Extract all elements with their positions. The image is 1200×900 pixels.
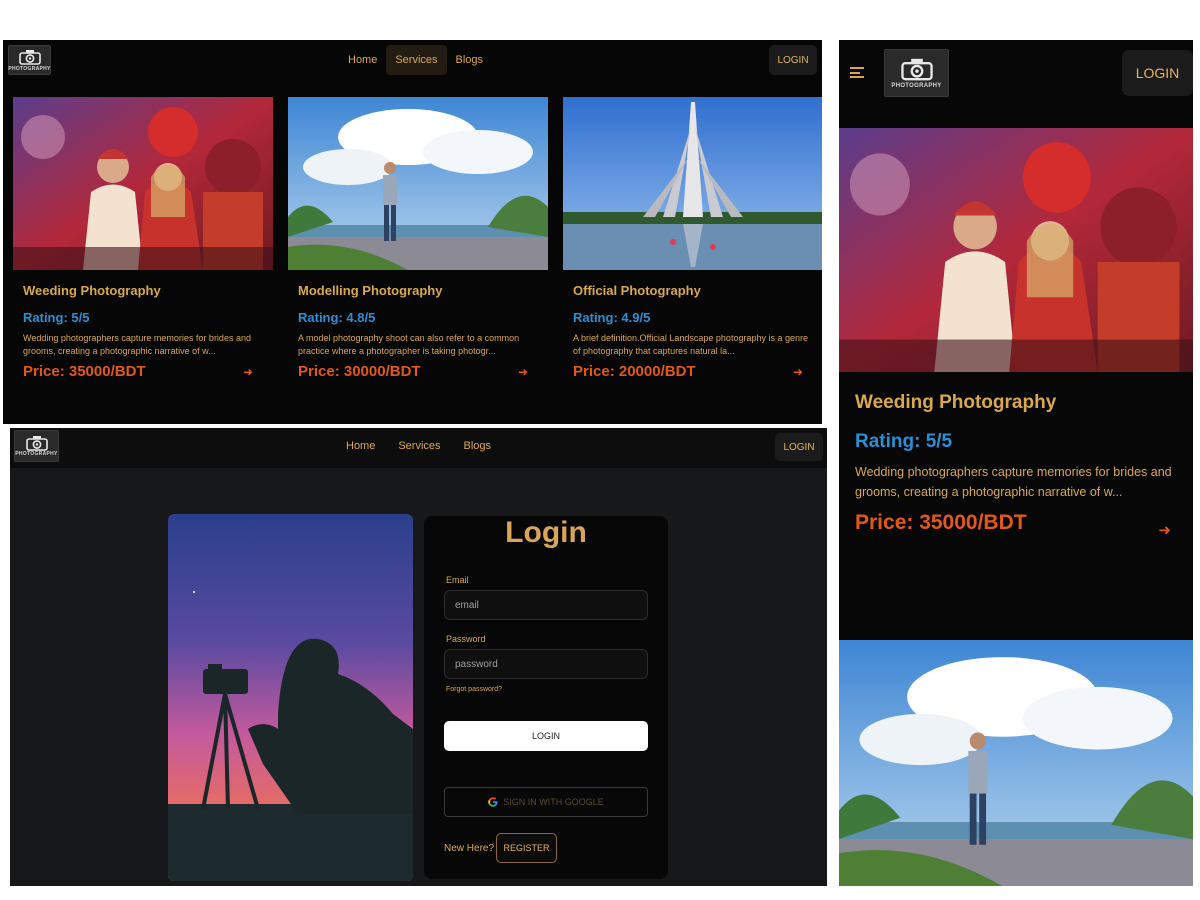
nav-blogs[interactable]: Blogs <box>447 45 493 75</box>
google-signin-button[interactable]: SIGN IN WITH GOOGLE <box>444 787 648 817</box>
main-nav: Home Services Blogs <box>346 440 491 452</box>
logo-text: PHOTOGRAPHY <box>8 65 51 72</box>
login-form: Login Email Password Forgot password? LO… <box>424 516 668 879</box>
service-rating: Rating: 5/5 <box>23 310 90 325</box>
logo-text: PHOTOGRAPHY <box>15 451 58 457</box>
login-title: Login <box>505 516 587 549</box>
service-title: Official Photography <box>573 283 701 298</box>
email-input[interactable] <box>444 590 648 620</box>
nav-services[interactable]: Services <box>398 440 440 452</box>
services-mobile-view: PHOTOGRAPHY LOGIN Weeding Photography Ra… <box>839 40 1193 886</box>
top-navbar: PHOTOGRAPHY Home Services Blogs LOGIN <box>10 428 827 468</box>
service-rating: Rating: 4.8/5 <box>298 310 376 325</box>
service-description: Wedding photographers capture memories f… <box>23 333 251 356</box>
service-title: Modelling Photography <box>298 283 443 298</box>
service-title: Weeding Photography <box>855 392 1057 413</box>
site-logo[interactable]: PHOTOGRAPHY <box>884 49 949 97</box>
service-description: A brief definition.Official Landscape ph… <box>573 333 808 356</box>
service-card-official[interactable]: Official Photography Rating: 4.9/5 A bri… <box>563 97 822 380</box>
hamburger-menu-icon[interactable] <box>850 67 864 78</box>
camera-icon <box>18 49 41 65</box>
forgot-password-link[interactable]: Forgot password? <box>446 686 502 693</box>
password-label: Password <box>446 634 486 644</box>
modelling-photo <box>288 97 548 270</box>
service-price: Price: 35000/BDT <box>23 363 146 380</box>
wedding-photo <box>839 128 1193 372</box>
nav-home[interactable]: Home <box>339 45 386 75</box>
nav-blogs[interactable]: Blogs <box>464 440 492 452</box>
google-icon <box>488 797 498 807</box>
service-card-wedding[interactable]: Weeding Photography Rating: 5/5 Wedding … <box>13 97 273 380</box>
wedding-photo <box>13 97 273 270</box>
service-description: Wedding photographers capture memories f… <box>855 465 1172 499</box>
service-price: Price: 30000/BDT <box>298 363 421 380</box>
service-card-modelling[interactable]: Modelling Photography Rating: 4.8/5 A mo… <box>288 97 548 380</box>
main-nav: Home Services Blogs <box>339 45 492 75</box>
register-button[interactable]: REGISTER <box>496 833 557 863</box>
modelling-photo <box>839 640 1193 886</box>
logo-text: PHOTOGRAPHY <box>891 83 942 89</box>
official-photo <box>563 97 822 270</box>
google-button-label: SIGN IN WITH GOOGLE <box>503 797 604 807</box>
arrow-right-icon[interactable]: ➜ <box>518 365 528 379</box>
services-desktop-view: PHOTOGRAPHY Home Services Blogs LOGIN We… <box>3 40 822 424</box>
service-title: Weeding Photography <box>23 283 161 298</box>
nav-services[interactable]: Services <box>386 45 447 75</box>
arrow-right-icon[interactable]: ➜ <box>243 365 253 379</box>
service-description: A model photography shoot can also refer… <box>298 333 520 356</box>
header-login-button[interactable]: LOGIN <box>1122 50 1193 96</box>
password-input[interactable] <box>444 649 648 679</box>
login-submit-button[interactable]: LOGIN <box>444 721 648 751</box>
camera-icon <box>25 436 48 451</box>
service-rating: Rating: 5/5 <box>855 431 953 452</box>
header-login-button[interactable]: LOGIN <box>769 45 817 75</box>
site-logo[interactable]: PHOTOGRAPHY <box>14 430 59 462</box>
login-page-view: PHOTOGRAPHY Home Services Blogs LOGIN Lo… <box>10 428 827 886</box>
camera-icon <box>900 58 933 81</box>
arrow-right-icon[interactable]: ➜ <box>1158 521 1171 539</box>
service-rating: Rating: 4.9/5 <box>573 310 651 325</box>
service-price: Price: 20000/BDT <box>573 363 696 380</box>
photographer-silhouette-image <box>168 514 413 881</box>
service-price: Price: 35000/BDT <box>855 511 1027 534</box>
nav-home[interactable]: Home <box>346 440 375 452</box>
new-here-text: New Here? <box>444 843 495 854</box>
email-label: Email <box>446 575 469 585</box>
header-login-button[interactable]: LOGIN <box>775 433 823 461</box>
site-logo[interactable]: PHOTOGRAPHY <box>8 45 51 75</box>
arrow-right-icon[interactable]: ➜ <box>793 365 803 379</box>
